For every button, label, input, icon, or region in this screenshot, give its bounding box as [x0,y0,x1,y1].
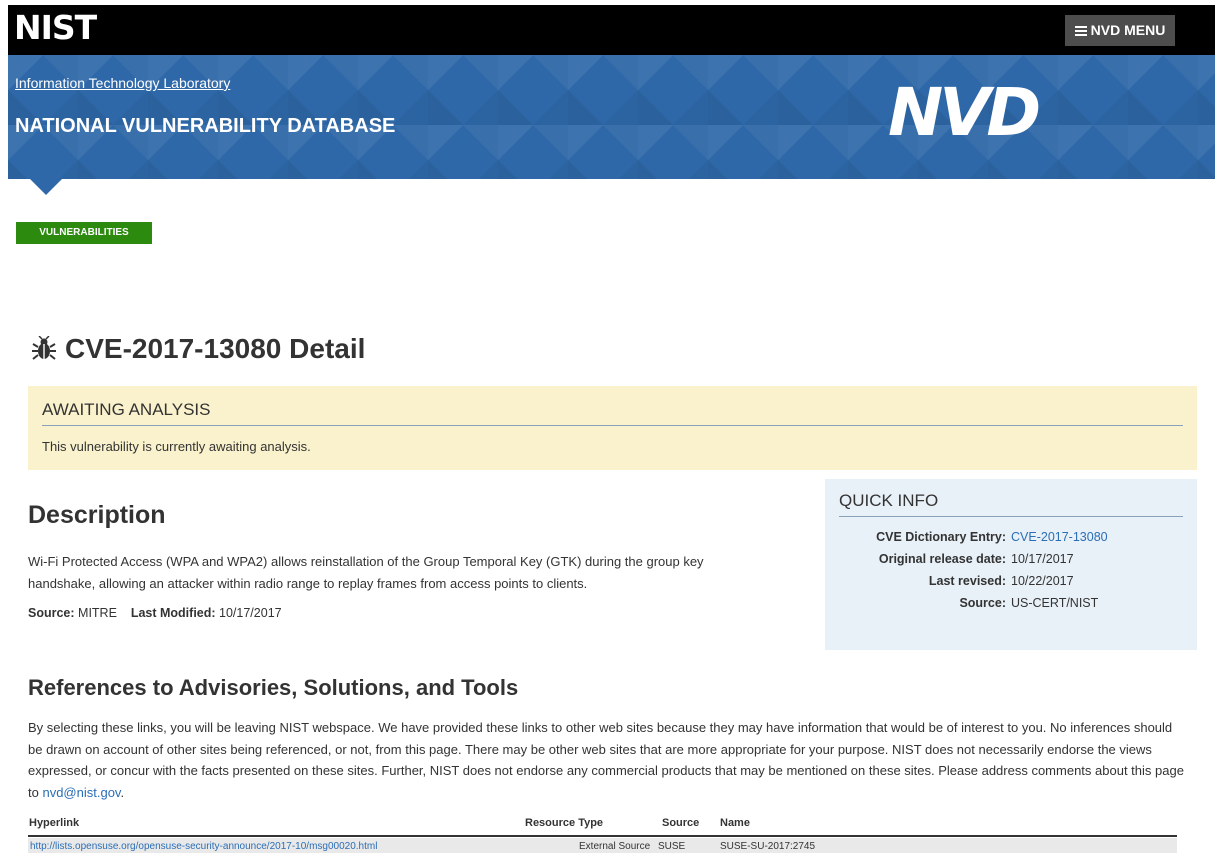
last-revised-label: Last revised: [928,574,1006,588]
site-title[interactable]: NATIONAL VULNERABILITY DATABASE [15,115,395,138]
quick-info-heading: QUICK INFO [839,491,939,510]
column-header-source[interactable]: Source [662,817,699,829]
references-heading: References to Advisories, Solutions, and… [28,675,519,700]
quick-info-row: CVE Dictionary Entry: CVE-2017-13080 [825,530,1197,550]
breadcrumb-vulnerabilities[interactable]: VULNERABILITIES [16,222,152,244]
description-source-line: Source: MITRE Last Modified: 10/17/2017 [28,606,282,620]
release-date-label: Original release date: [878,552,1006,566]
source-cell: SUSE [658,841,686,852]
release-date-value: 10/17/2017 [1011,552,1074,566]
table-header-rule [28,835,1177,837]
nist-logo[interactable]: NIST [14,11,114,44]
quick-info-row: Original release date: 10/17/2017 [825,552,1197,572]
quick-info-row: Source: US-CERT/NIST [825,596,1197,616]
cve-entry-label: CVE Dictionary Entry: [876,530,1006,544]
column-header-hyperlink[interactable]: Hyperlink [29,817,79,829]
last-modified-label: Last Modified: [130,606,216,620]
hamburger-icon [1074,25,1087,36]
site-banner: Information Technology Laboratory NATION… [8,55,1215,179]
qi-source-label: Source: [959,596,1006,610]
column-header-name[interactable]: Name [720,817,750,829]
top-bar: NIST NVD MENU [8,5,1215,55]
page-title-text: CVE-2017-13080 Detail [65,333,366,364]
banner-pointer-arrow [30,179,62,195]
awaiting-text: This vulnerability is currently awaiting… [42,439,311,454]
quick-info-row: Last revised: 10/22/2017 [825,574,1197,594]
nvd-menu-button[interactable]: NVD MENU [1065,15,1175,46]
cve-entry-link[interactable]: CVE-2017-13080 [1011,530,1108,544]
awaiting-heading: AWAITING ANALYSIS [42,400,211,419]
disclaimer-text: By selecting these links, you will be le… [28,720,1184,800]
last-modified-value: 10/17/2017 [219,606,282,620]
bug-icon [32,336,56,360]
divider [42,425,1183,426]
source-value: MITRE [78,606,117,620]
source-label: Source: [28,606,75,620]
quick-info-panel: QUICK INFO CVE Dictionary Entry: CVE-201… [825,479,1197,650]
table-row: http://lists.opensuse.org/opensuse-secur… [28,838,1177,853]
awaiting-analysis-notice: AWAITING ANALYSIS This vulnerability is … [28,386,1197,470]
resource-type-cell: External Source [579,841,651,852]
nvd-menu-label: NVD MENU [1090,22,1166,38]
reference-hyperlink[interactable]: http://lists.opensuse.org/opensuse-secur… [30,841,377,852]
disclaimer-end: . [120,784,125,800]
description-heading: Description [28,501,166,529]
qi-source-value: US-CERT/NIST [1011,596,1099,610]
nvd-logo[interactable]: NVD [888,80,1041,146]
divider [839,516,1183,517]
itl-link[interactable]: Information Technology Laboratory [15,75,230,91]
column-header-resource-type[interactable]: Resource Type [525,817,603,829]
name-cell: SUSE-SU-2017:2745 [720,841,816,852]
description-text: Wi-Fi Protected Access (WPA and WPA2) al… [28,554,704,591]
last-revised-value: 10/22/2017 [1011,574,1074,588]
references-disclaimer: By selecting these links, you will be le… [28,717,1188,803]
email-link[interactable]: nvd@nist.gov [42,785,120,800]
page-title: CVE-2017-13080 Detail [31,333,365,365]
